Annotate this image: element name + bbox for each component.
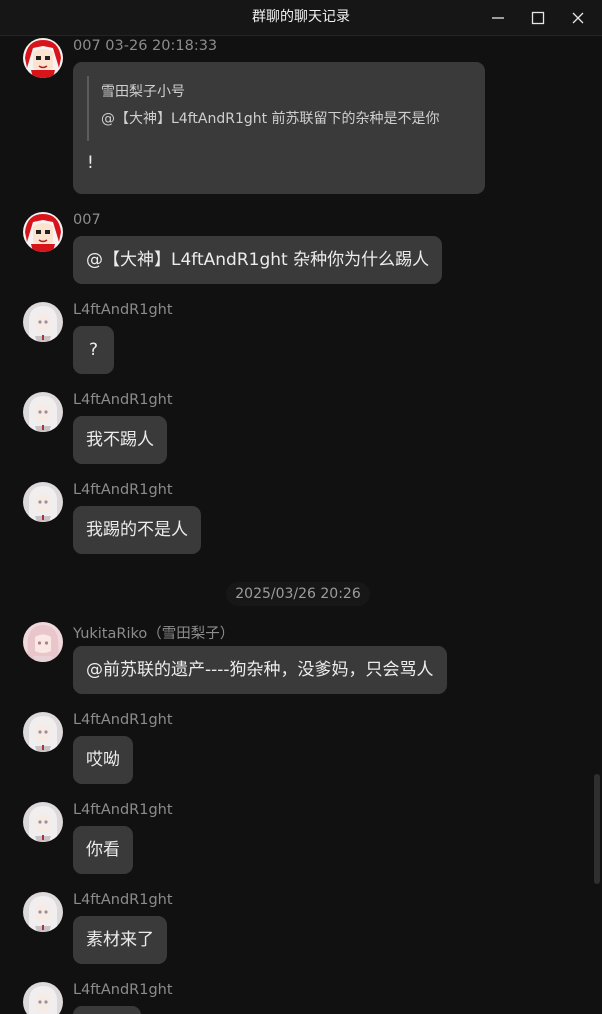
white-hair-avatar-icon: [23, 892, 63, 932]
sender-name-text: 007: [73, 38, 101, 54]
time-divider: 2025/03/26 20:26: [226, 582, 370, 606]
avatar[interactable]: [23, 212, 63, 252]
message-bubble[interactable]: 你看: [73, 826, 133, 874]
white-hair-avatar-icon: [23, 302, 63, 342]
maximize-button[interactable]: [524, 4, 552, 32]
white-hair-avatar-icon: [23, 392, 63, 432]
sender-name: YukitaRiko（雪田梨子）: [73, 626, 235, 642]
message-bubble[interactable]: 我不踢人: [73, 416, 167, 464]
avatar[interactable]: [23, 392, 63, 432]
white-hair-avatar-icon: [23, 482, 63, 522]
message-bubble[interactable]: 素材来了: [73, 916, 167, 964]
message-text: @【大神】L4ftAndR1ght 杂种你为什么踢人: [86, 250, 430, 270]
message-text: 我不踢人: [86, 430, 154, 450]
sender-name: L4ftAndR1ght: [73, 392, 173, 408]
chat-history[interactable]: 007 03-26 20:18:33 雪田梨子小号 @【大神】L4ftAndR1…: [0, 36, 602, 1014]
maximize-icon: [531, 11, 545, 25]
message-text: 哎呦: [86, 750, 120, 770]
sender-name: L4ftAndR1ght: [73, 982, 173, 998]
quoted-sender: 雪田梨子小号: [101, 84, 185, 100]
sender-name: 007: [73, 212, 101, 228]
avatar[interactable]: [23, 38, 63, 78]
sender-name: 007 03-26 20:18:33: [73, 38, 217, 54]
white-hair-avatar-icon: [23, 982, 63, 1014]
sender-name: L4ftAndR1ght: [73, 712, 173, 728]
close-icon: [572, 12, 584, 24]
message-bubble[interactable]: @【大神】L4ftAndR1ght 杂种你为什么踢人: [73, 236, 443, 284]
avatar[interactable]: [23, 302, 63, 342]
quoted-text: @【大神】L4ftAndR1ght 前苏联留下的杂种是不是你: [101, 111, 440, 127]
title-bar: 群聊的聊天记录: [0, 0, 602, 36]
scrollbar-thumb[interactable]: [594, 774, 600, 884]
sender-name: L4ftAndR1ght: [73, 482, 173, 498]
message-bubble[interactable]: 我踢的不是人: [73, 506, 201, 554]
message-text: @前苏联的遗产----狗杂种，没爹妈，只会骂人: [86, 660, 434, 680]
red-hair-avatar-icon: [23, 38, 63, 78]
close-button[interactable]: [564, 4, 592, 32]
sender-name: L4ftAndR1ght: [73, 802, 173, 818]
avatar[interactable]: [23, 622, 63, 662]
scrollbar[interactable]: [592, 36, 602, 1014]
minimize-icon: [492, 17, 504, 19]
message-time: 03-26 20:18:33: [105, 38, 218, 54]
avatar[interactable]: [23, 712, 63, 752]
message-text: !: [87, 153, 94, 173]
avatar[interactable]: [23, 482, 63, 522]
message-text: 我踢的不是人: [86, 520, 188, 540]
message-bubble[interactable]: 雪田梨子小号 @【大神】L4ftAndR1ght 前苏联留下的杂种是不是你 !: [73, 62, 485, 194]
message-bubble[interactable]: ?: [73, 326, 115, 374]
minimize-button[interactable]: [484, 4, 512, 32]
pink-hair-avatar-icon: [23, 622, 63, 662]
avatar[interactable]: [23, 802, 63, 842]
message-bubble[interactable]: 哎呦: [73, 736, 133, 784]
white-hair-avatar-icon: [23, 802, 63, 842]
white-hair-avatar-icon: [23, 712, 63, 752]
message-text: ?: [89, 340, 99, 360]
message-bubble[interactable]: @前苏联的遗产----狗杂种，没爹妈，只会骂人: [73, 646, 447, 694]
message-bubble[interactable]: [73, 1006, 141, 1014]
avatar[interactable]: [23, 892, 63, 932]
sender-name: L4ftAndR1ght: [73, 892, 173, 908]
quoted-message[interactable]: 雪田梨子小号 @【大神】L4ftAndR1ght 前苏联留下的杂种是不是你: [87, 76, 469, 141]
sender-name: L4ftAndR1ght: [73, 302, 173, 318]
avatar[interactable]: [23, 982, 63, 1014]
message-text: 你看: [86, 840, 120, 860]
message-text: 素材来了: [86, 930, 154, 950]
red-hair-avatar-icon: [23, 212, 63, 252]
